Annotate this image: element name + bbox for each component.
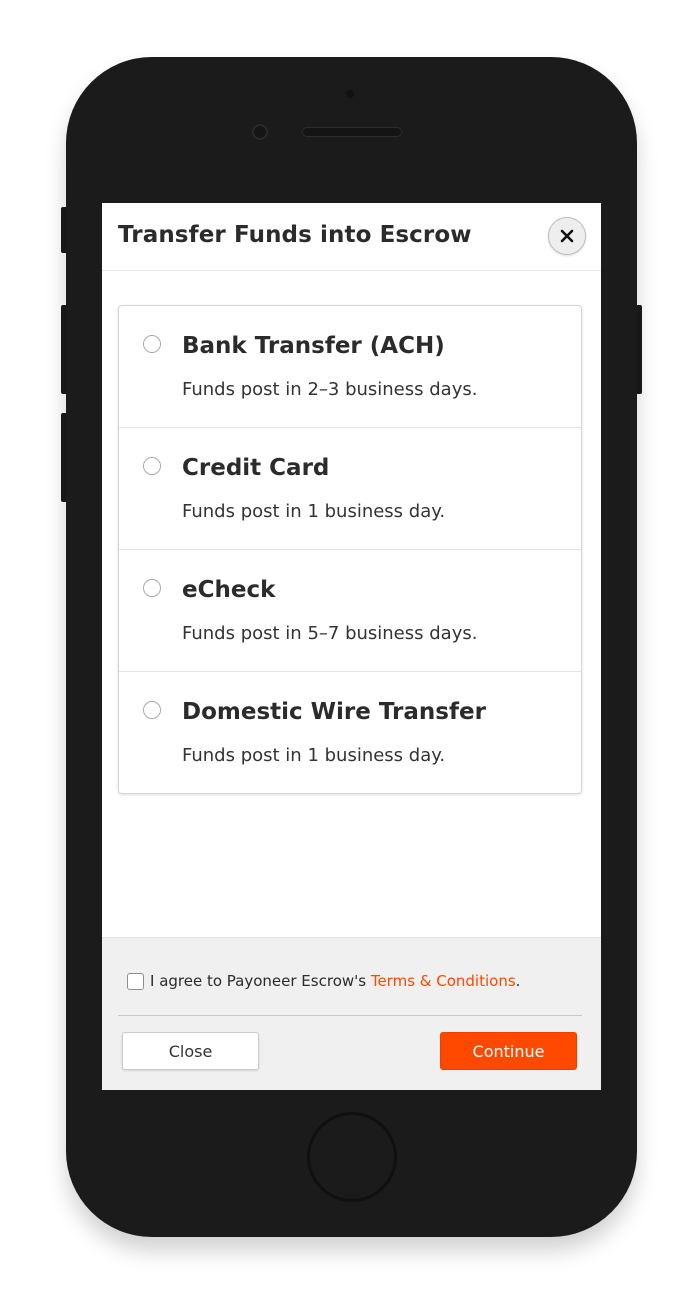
payment-option-credit-card[interactable]: Credit Card Funds post in 1 business day… [119, 428, 581, 550]
modal-dialog: Transfer Funds into Escrow Bank Transfer… [102, 203, 601, 1090]
continue-button[interactable]: Continue [440, 1032, 577, 1070]
payment-option-echeck[interactable]: eCheck Funds post in 5–7 business days. [119, 550, 581, 672]
agree-terms-text: I agree to Payoneer Escrow's Terms & Con… [150, 972, 520, 990]
front-camera [252, 124, 268, 140]
agree-suffix: . [515, 972, 521, 990]
agree-prefix: I agree to Payoneer Escrow's [150, 972, 371, 990]
close-modal-button[interactable] [548, 217, 586, 255]
radio-button[interactable] [143, 335, 161, 353]
home-button [307, 1112, 397, 1202]
modal-title: Transfer Funds into Escrow [118, 222, 472, 248]
front-sensor [346, 90, 354, 98]
payment-option-bank-transfer[interactable]: Bank Transfer (ACH) Funds post in 2–3 bu… [119, 306, 581, 428]
option-title: Credit Card [182, 455, 330, 481]
close-button[interactable]: Close [122, 1032, 259, 1070]
agree-terms-checkbox[interactable] [127, 972, 144, 990]
close-x-icon [560, 229, 574, 243]
payment-option-domestic-wire[interactable]: Domestic Wire Transfer Funds post in 1 b… [119, 672, 581, 793]
agree-terms-row: I agree to Payoneer Escrow's Terms & Con… [127, 972, 520, 990]
option-description: Funds post in 2–3 business days. [182, 379, 478, 400]
payment-method-list: Bank Transfer (ACH) Funds post in 2–3 bu… [118, 305, 582, 794]
option-title: Domestic Wire Transfer [182, 699, 486, 725]
option-title: eCheck [182, 577, 276, 603]
option-title: Bank Transfer (ACH) [182, 333, 445, 359]
option-description: Funds post in 5–7 business days. [182, 623, 478, 644]
option-description: Funds post in 1 business day. [182, 745, 446, 766]
modal-header: Transfer Funds into Escrow [102, 203, 601, 271]
stage: Transfer Funds into Escrow Bank Transfer… [0, 0, 700, 1300]
footer-divider [118, 1015, 582, 1016]
radio-button[interactable] [143, 701, 161, 719]
terms-conditions-link[interactable]: Terms & Conditions [371, 972, 516, 990]
radio-button[interactable] [143, 457, 161, 475]
radio-button[interactable] [143, 579, 161, 597]
earpiece-speaker [302, 127, 402, 137]
modal-footer: I agree to Payoneer Escrow's Terms & Con… [102, 937, 601, 1090]
option-description: Funds post in 1 business day. [182, 501, 446, 522]
